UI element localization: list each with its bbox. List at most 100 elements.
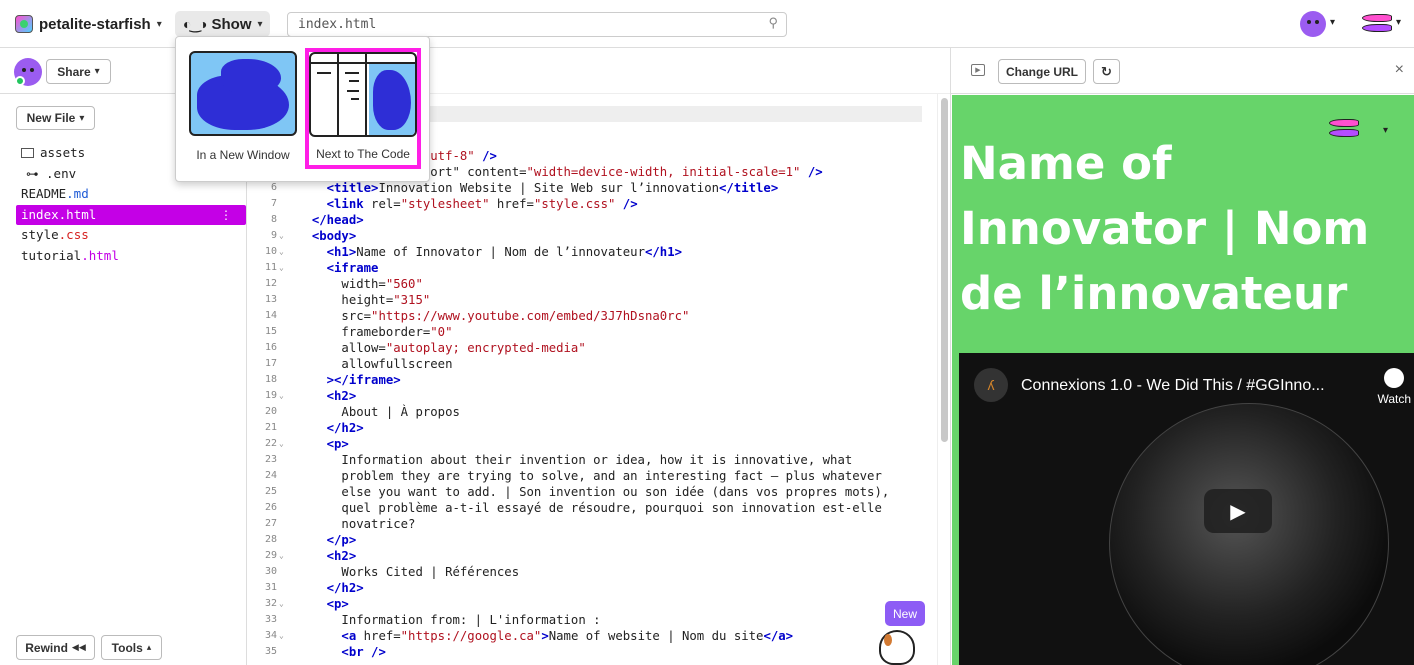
code-line[interactable]: 35 <br /> xyxy=(247,644,937,660)
code-line[interactable]: 30 Works Cited | Références xyxy=(247,564,937,580)
scrollbar-thumb[interactable] xyxy=(941,98,948,442)
fold-arrow-icon[interactable]: ⌄ xyxy=(279,596,284,612)
close-icon[interactable]: × xyxy=(1395,61,1404,79)
line-number: 14 xyxy=(264,310,277,321)
fold-arrow-icon[interactable]: ⌄ xyxy=(279,548,284,564)
code-line[interactable]: 22 ⌄ <p> xyxy=(247,436,937,452)
code-line[interactable]: 7 <link rel="stylesheet" href="style.css… xyxy=(247,196,937,212)
code-line[interactable]: 8 </head> xyxy=(247,212,937,228)
code-line[interactable]: 17 allowfullscreen xyxy=(247,356,937,372)
file-item-style[interactable]: style.css xyxy=(0,225,247,246)
code-text: height="315" xyxy=(297,293,431,307)
show-next-to-code-option[interactable]: Next to The Code xyxy=(305,48,421,169)
glitch-logo-icon[interactable] xyxy=(1362,13,1392,33)
line-number: 30 xyxy=(264,566,277,577)
code-text: <br /> xyxy=(341,645,386,659)
line-number: 26 xyxy=(264,502,277,513)
line-number: 8 xyxy=(270,214,277,225)
chevron-down-icon: ▾ xyxy=(94,66,100,77)
code-line[interactable]: 26 quel problème a-t-il essayé de résoud… xyxy=(247,500,937,516)
scrollbar[interactable] xyxy=(937,94,950,665)
line-number: 32 xyxy=(264,598,277,609)
fold-arrow-icon[interactable]: ⌄ xyxy=(279,628,284,644)
file-item-readme[interactable]: README.md xyxy=(0,184,247,205)
fold-arrow-icon[interactable]: ⌄ xyxy=(279,436,284,452)
line-number: 17 xyxy=(264,358,277,369)
code-text: Information about their invention or ide… xyxy=(297,453,853,467)
code-line[interactable]: 15 frameborder="0" xyxy=(247,324,937,340)
project-menu[interactable]: petalite-starfish ▾ xyxy=(15,13,162,35)
dog-mascot-icon[interactable] xyxy=(879,630,915,665)
code-line[interactable]: 9 ⌄ <body> xyxy=(247,228,937,244)
line-number: 25 xyxy=(264,486,277,497)
preview-toggle-icon[interactable]: ▶ xyxy=(971,64,985,76)
code-line[interactable]: 27 novatrice? xyxy=(247,516,937,532)
rewind-icon: ◀◀ xyxy=(71,642,86,652)
code-text: <h2> xyxy=(326,389,357,403)
code-line[interactable]: 13 height="315" xyxy=(247,292,937,308)
code-line[interactable]: 11 ⌄ <iframe xyxy=(247,260,937,276)
code-line[interactable]: 32 ⌄ <p> xyxy=(247,596,937,612)
code-line[interactable]: 24 problem they are trying to solve, and… xyxy=(247,468,937,484)
code-line[interactable]: 31 </h2> xyxy=(247,580,937,596)
play-button[interactable]: ▶ xyxy=(1204,489,1272,533)
line-number: 9 xyxy=(270,230,277,241)
code-line[interactable]: 23 Information about their invention or … xyxy=(247,452,937,468)
folder-icon xyxy=(21,148,34,158)
user-avatar[interactable] xyxy=(1300,11,1326,37)
code-text: ></iframe> xyxy=(326,373,401,387)
line-number: 28 xyxy=(264,534,277,545)
project-avatar-icon xyxy=(15,15,33,33)
code-line[interactable]: 6 <title>Innovation Website | Site Web s… xyxy=(247,180,937,196)
code-line[interactable]: 19 ⌄ <h2> xyxy=(247,388,937,404)
show-button[interactable]: ◐‿◑ Show ▾ xyxy=(175,11,270,37)
watch-label: Watch xyxy=(1377,392,1411,406)
rewind-button[interactable]: Rewind ◀◀ xyxy=(16,635,95,660)
fold-arrow-icon[interactable]: ⌄ xyxy=(279,228,284,244)
file-item-index[interactable]: index.html ⋮ xyxy=(16,204,246,226)
fold-arrow-icon[interactable]: ⌄ xyxy=(279,388,284,404)
fold-arrow-icon[interactable]: ⌄ xyxy=(279,260,284,276)
file-name: README xyxy=(21,186,67,201)
code-line[interactable]: 25 else you want to add. | Son invention… xyxy=(247,484,937,500)
fold-arrow-icon[interactable]: ⌄ xyxy=(279,244,284,260)
line-number: 34 xyxy=(264,630,277,641)
code-line[interactable]: 28 </p> xyxy=(247,532,937,548)
code-line[interactable]: 21 </h2> xyxy=(247,420,937,436)
code-text: src="https://www.youtube.com/embed/3J7hD… xyxy=(297,309,690,323)
reload-button[interactable]: ↻ xyxy=(1093,59,1120,84)
code-area[interactable]: ="utf-8" /> iewport" content="width=devi… xyxy=(247,148,937,660)
code-line[interactable]: 18 ></iframe> xyxy=(247,372,937,388)
code-line[interactable]: 10 ⌄ <h1>Name of Innovator | Nom de l’inn… xyxy=(247,244,937,260)
more-options-icon[interactable]: ⋮ xyxy=(220,205,232,226)
code-line[interactable]: 12 width="560" xyxy=(247,276,937,292)
new-badge[interactable]: New xyxy=(885,601,925,626)
show-in-new-window-option[interactable]: In a New Window xyxy=(189,51,297,162)
chevron-down-icon[interactable]: ▾ xyxy=(1330,17,1335,28)
share-button[interactable]: Share ▾ xyxy=(46,59,111,84)
new-file-button[interactable]: New File ▾ xyxy=(16,106,95,130)
file-search-input[interactable]: index.html ⚲ xyxy=(287,12,787,37)
line-number: 12 xyxy=(264,278,277,289)
code-line[interactable]: 20 About | À propos xyxy=(247,404,937,420)
code-text: frameborder="0" xyxy=(297,325,453,339)
line-number: 15 xyxy=(264,326,277,337)
code-line[interactable]: 14 src="https://www.youtube.com/embed/3J… xyxy=(247,308,937,324)
channel-logo-icon[interactable]: ʎ xyxy=(974,368,1008,402)
file-name: .env xyxy=(46,165,77,181)
tools-button[interactable]: Tools ▴ xyxy=(101,635,162,660)
code-line[interactable]: 33 Information from: | L'information : xyxy=(247,612,937,628)
line-number: 20 xyxy=(264,406,277,417)
code-line[interactable]: 16 allow="autoplay; encrypted-media" xyxy=(247,340,937,356)
file-search-value: index.html xyxy=(298,17,377,32)
code-line[interactable]: 34 ⌄ <a href="https://google.ca">Name of … xyxy=(247,628,937,644)
file-item-tutorial[interactable]: tutorial.html xyxy=(0,246,247,267)
code-line[interactable]: 29 ⌄ <h2> xyxy=(247,548,937,564)
watch-later-button[interactable]: Watch xyxy=(1377,368,1411,406)
line-number: 22 xyxy=(264,438,277,449)
chevron-down-icon[interactable]: ▾ xyxy=(1396,17,1401,28)
video-embed[interactable]: ʎ Connexions 1.0 - We Did This / #GGInno… xyxy=(959,353,1414,665)
file-name: assets xyxy=(40,145,86,160)
change-url-button[interactable]: Change URL xyxy=(998,59,1086,84)
video-title[interactable]: Connexions 1.0 - We Did This / #GGInno..… xyxy=(1021,377,1361,395)
